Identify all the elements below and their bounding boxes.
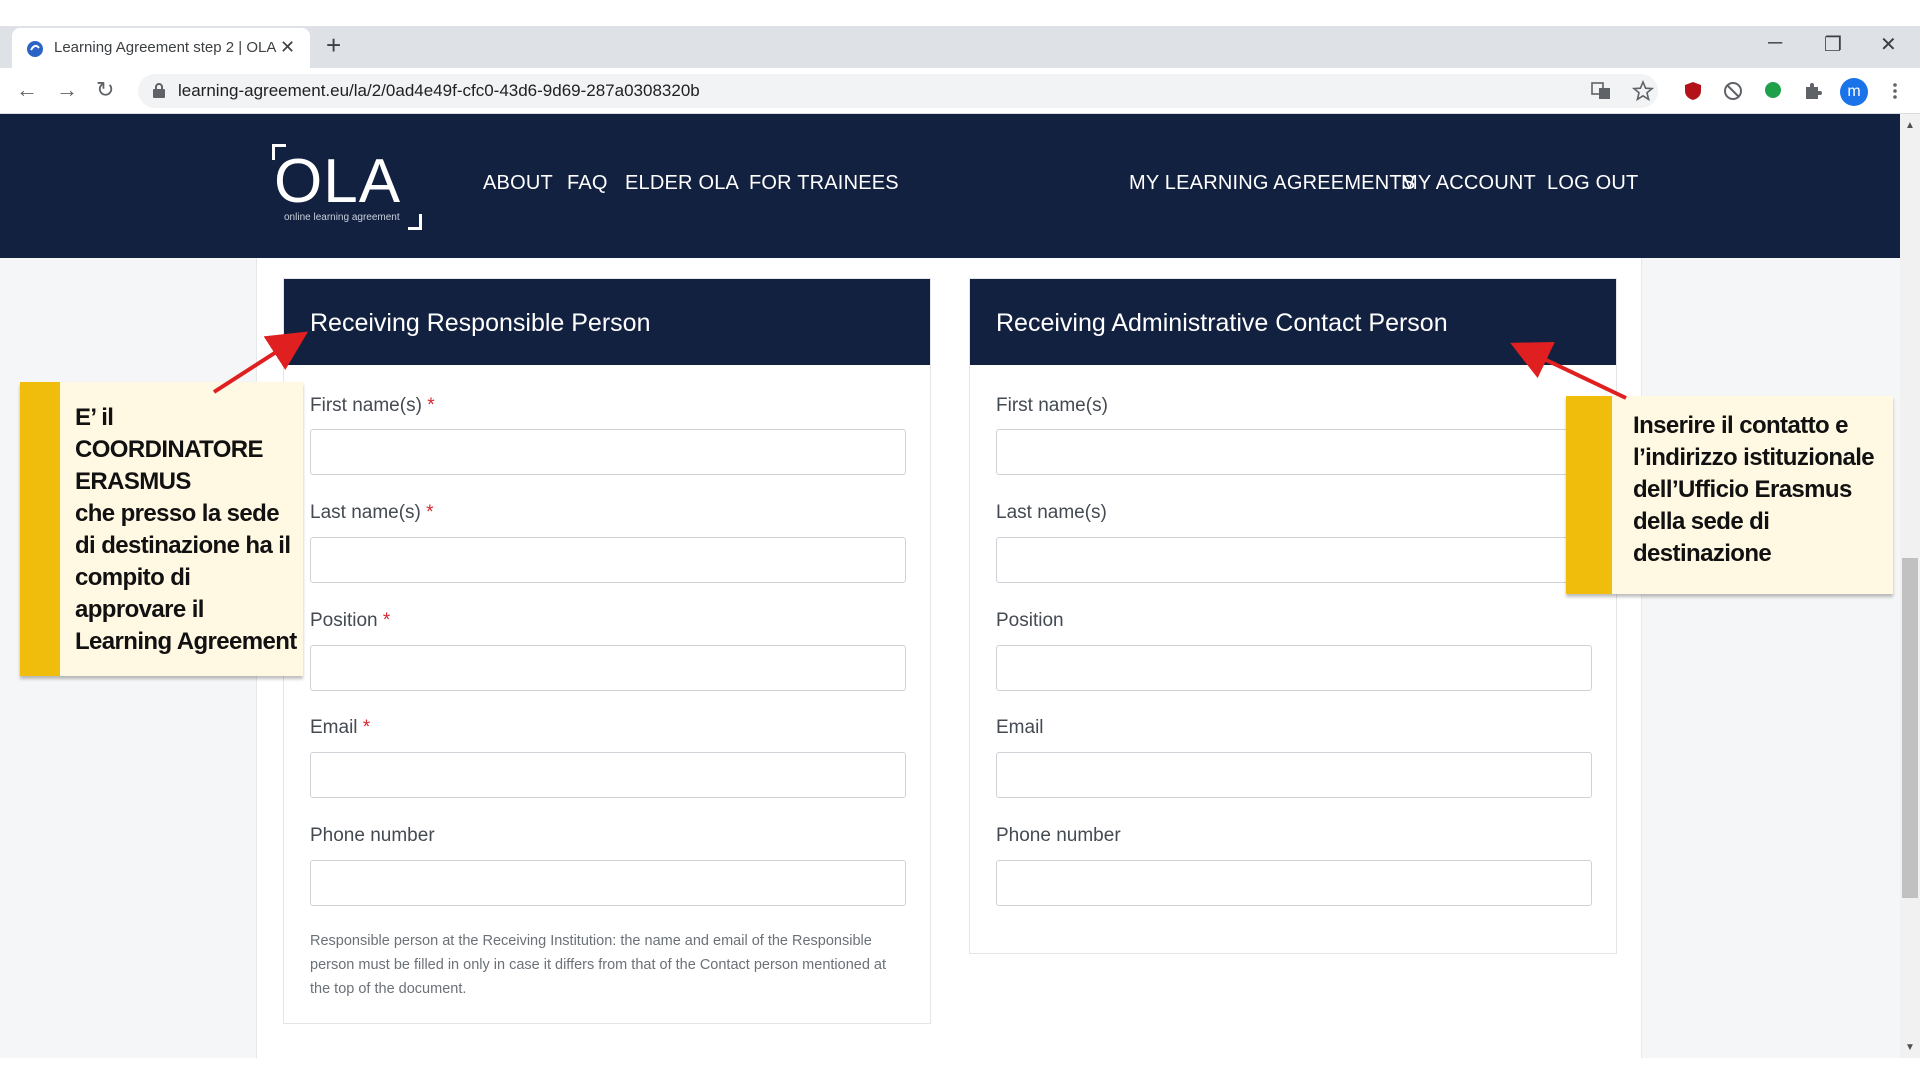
- panel-title: Receiving Responsible Person: [310, 309, 651, 337]
- profile-initial: m: [1847, 83, 1861, 100]
- nav-faq[interactable]: FAQ: [567, 172, 608, 195]
- label-text: First name(s): [310, 395, 422, 416]
- label-first-name: First name(s): [996, 395, 1108, 417]
- back-icon[interactable]: ←: [16, 77, 38, 103]
- label-text: Phone number: [310, 825, 435, 846]
- callout-bar: [1566, 396, 1612, 594]
- panel-header: Receiving Responsible Person: [284, 279, 930, 365]
- responsible-person-note: Responsible person at the Receiving Inst…: [310, 933, 887, 997]
- tab-title: Learning Agreement step 2 | OLA: [54, 39, 277, 56]
- label-phone: Phone number: [310, 825, 435, 847]
- admin-last-name-input[interactable]: [996, 537, 1592, 583]
- label-position: Position *: [310, 610, 390, 632]
- lock-icon: [153, 83, 165, 98]
- required-mark: *: [427, 395, 435, 416]
- callout-right: Inserire il contatto e l’indirizzo istit…: [1566, 396, 1893, 594]
- label-text: Position: [310, 610, 378, 631]
- kebab-menu-icon[interactable]: [1884, 80, 1906, 102]
- last-name-input[interactable]: [310, 537, 906, 583]
- forward-icon[interactable]: →: [56, 77, 78, 103]
- puzzle-icon[interactable]: [1802, 80, 1824, 102]
- ola-logo[interactable]: OLA online learning agreement: [270, 144, 430, 234]
- label-text: Last name(s): [310, 502, 421, 523]
- callout-left-text: E’ il COORDINATORE ERASMUS che presso la…: [75, 404, 297, 655]
- label-first-name: First name(s) *: [310, 395, 435, 417]
- label-text: Email: [310, 717, 358, 738]
- logo-bracket-bottom: [408, 214, 422, 230]
- label-text: Last name(s): [996, 502, 1107, 523]
- scroll-thumb[interactable]: [1902, 558, 1918, 898]
- admin-position-input[interactable]: [996, 645, 1592, 691]
- address-bar[interactable]: learning-agreement.eu/la/2/0ad4e49f-cfc0…: [138, 74, 1658, 108]
- scroll-up-icon[interactable]: ▲: [1905, 120, 1915, 131]
- required-mark: *: [426, 502, 434, 523]
- restore-icon[interactable]: ❐: [1824, 32, 1842, 57]
- ola-favicon-icon: [27, 41, 43, 57]
- reload-icon[interactable]: ↻: [96, 77, 114, 103]
- logo-tagline: online learning agreement: [284, 212, 400, 223]
- profile-avatar[interactable]: m: [1840, 78, 1868, 106]
- site-header: OLA online learning agreement ABOUT FAQ …: [0, 114, 1900, 258]
- label-position: Position: [996, 610, 1064, 632]
- page-scrollbar[interactable]: ▲ ▼: [1900, 114, 1920, 1058]
- panel-title: Receiving Administrative Contact Person: [996, 309, 1448, 337]
- nav-elder-ola[interactable]: ELDER OLA: [625, 172, 739, 195]
- label-text: Position: [996, 610, 1064, 631]
- required-mark: *: [382, 610, 391, 631]
- nav-about[interactable]: ABOUT: [483, 172, 553, 195]
- required-mark: *: [362, 717, 371, 738]
- label-text: Email: [996, 717, 1044, 738]
- nav-log-out[interactable]: LOG OUT: [1547, 172, 1638, 195]
- nav-my-account[interactable]: MY ACCOUNT: [1401, 172, 1536, 195]
- email-input[interactable]: [310, 752, 906, 798]
- label-email: Email: [996, 717, 1044, 739]
- label-phone: Phone number: [996, 825, 1121, 847]
- shield-extension-icon[interactable]: [1682, 80, 1704, 102]
- new-tab-button[interactable]: +: [326, 30, 341, 61]
- receiving-administrative-panel: Receiving Administrative Contact Person …: [969, 278, 1617, 954]
- star-icon[interactable]: [1632, 80, 1654, 102]
- label-text: First name(s): [996, 395, 1108, 416]
- green-dot-extension-icon[interactable]: [1762, 80, 1784, 102]
- admin-email-input[interactable]: [996, 752, 1592, 798]
- tab-strip: Learning Agreement step 2 | OLA ✕ + ─ ❐ …: [0, 26, 1920, 68]
- logo-word: OLA: [274, 147, 402, 216]
- admin-first-name-input[interactable]: [996, 429, 1592, 475]
- label-email: Email *: [310, 717, 370, 739]
- panel-header: Receiving Administrative Contact Person: [970, 279, 1616, 365]
- phone-input[interactable]: [310, 860, 906, 906]
- browser-toolbar: ← → ↻ learning-agreement.eu/la/2/0ad4e49…: [0, 68, 1920, 114]
- receiving-responsible-panel: Receiving Responsible Person First name(…: [283, 278, 931, 1024]
- position-input[interactable]: [310, 645, 906, 691]
- scroll-down-icon[interactable]: ▼: [1905, 1042, 1915, 1053]
- label-last-name: Last name(s): [996, 502, 1107, 524]
- label-last-name: Last name(s) *: [310, 502, 434, 524]
- admin-phone-input[interactable]: [996, 860, 1592, 906]
- nav-for-trainees[interactable]: FOR TRAINEES: [749, 172, 899, 195]
- translate-icon[interactable]: [1590, 80, 1612, 102]
- callout-bar: [20, 382, 60, 676]
- label-text: Phone number: [996, 825, 1121, 846]
- close-window-icon[interactable]: ✕: [1880, 32, 1897, 57]
- minimize-icon[interactable]: ─: [1768, 32, 1782, 55]
- callout-left: E’ il COORDINATORE ERASMUS che presso la…: [20, 382, 303, 676]
- blocker-extension-icon[interactable]: [1722, 80, 1744, 102]
- tab-close-icon[interactable]: ✕: [280, 37, 295, 58]
- callout-right-text: Inserire il contatto e l’indirizzo istit…: [1633, 412, 1875, 567]
- first-name-input[interactable]: [310, 429, 906, 475]
- url-text: learning-agreement.eu/la/2/0ad4e49f-cfc0…: [178, 81, 700, 100]
- nav-my-learning-agreements[interactable]: MY LEARNING AGREEMENTS: [1129, 172, 1415, 195]
- browser-tab-active[interactable]: Learning Agreement step 2 | OLA ✕: [12, 28, 310, 68]
